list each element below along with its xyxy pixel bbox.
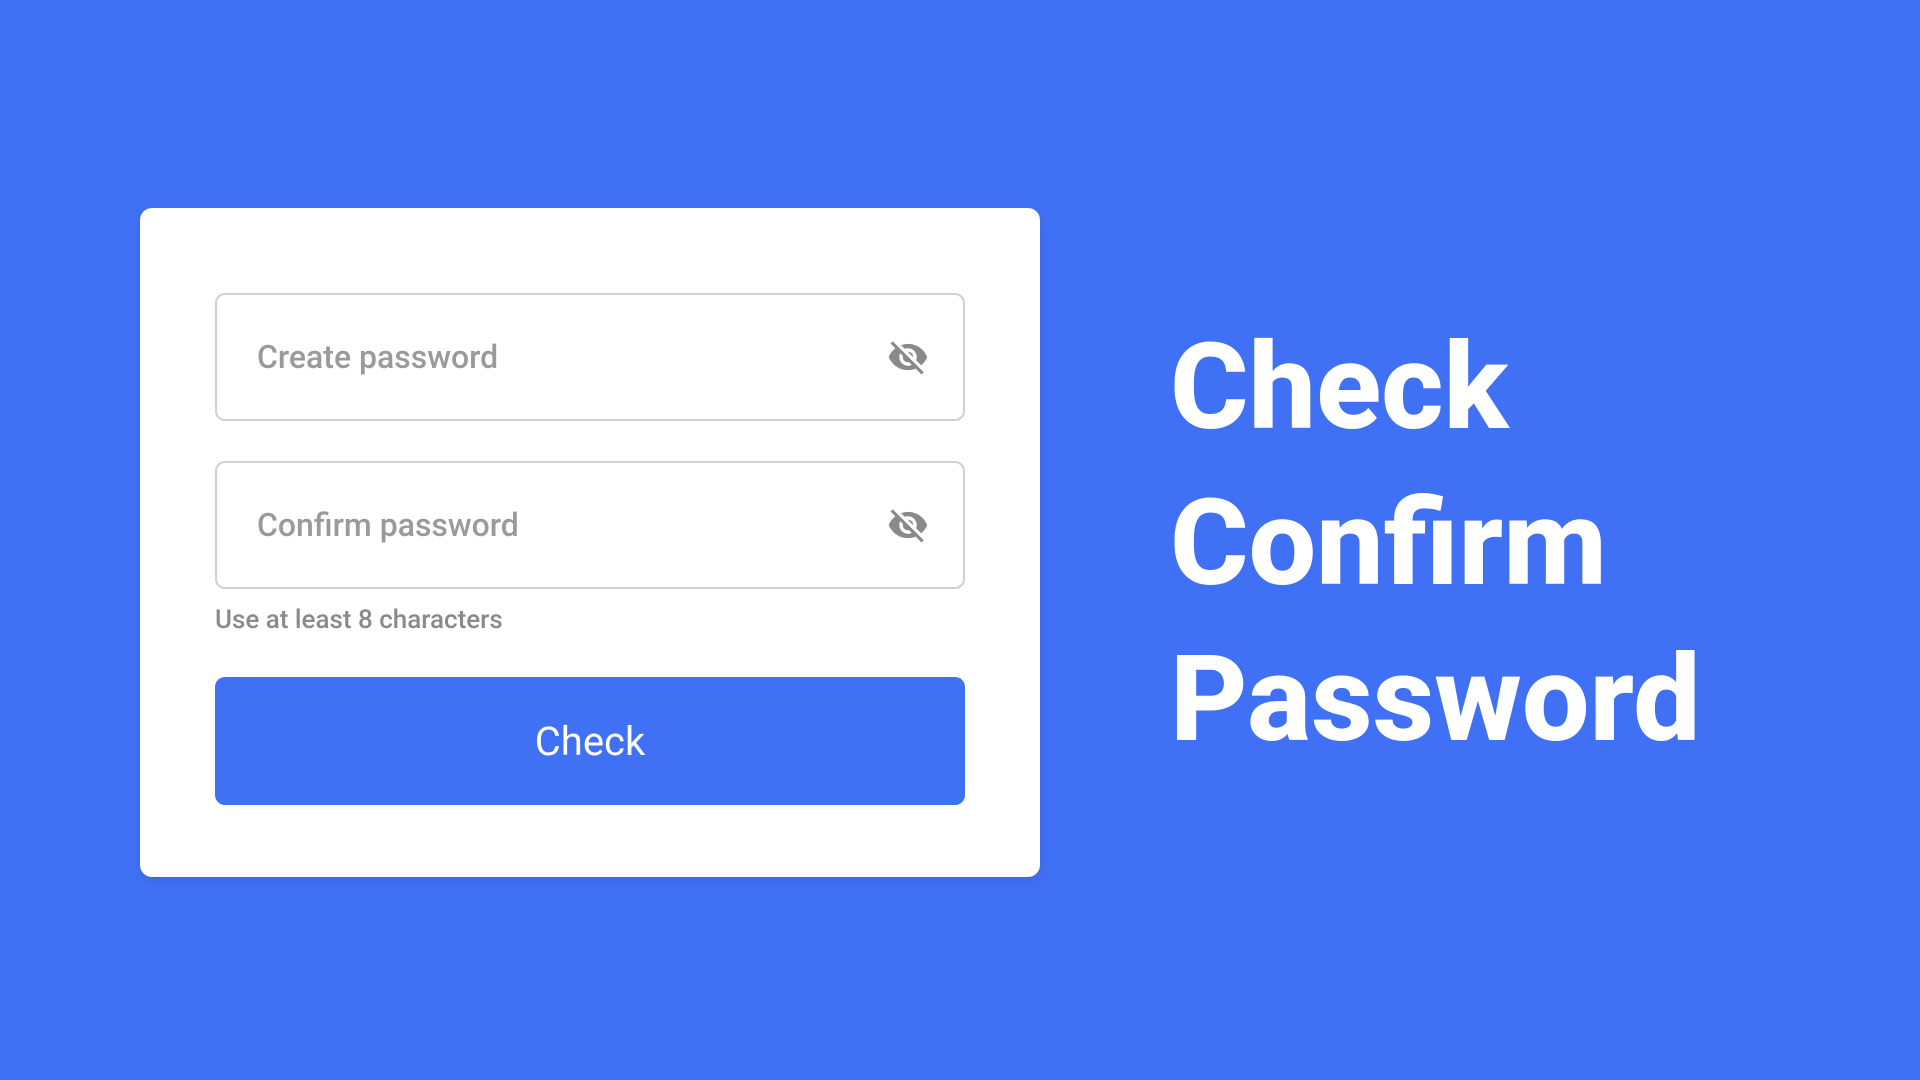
page-heading: Check Confirm Password — [1170, 310, 1701, 778]
heading-line-3: Password — [1170, 622, 1701, 778]
heading-line-1: Check — [1170, 310, 1701, 466]
password-form-card: Use at least 8 characters Check — [140, 208, 1040, 877]
create-password-wrapper — [215, 293, 965, 421]
eye-off-icon[interactable] — [887, 336, 929, 378]
password-hint-text: Use at least 8 characters — [215, 605, 965, 635]
confirm-password-wrapper — [215, 461, 965, 589]
eye-off-icon[interactable] — [887, 504, 929, 546]
confirm-password-input[interactable] — [215, 461, 965, 589]
heading-line-2: Confirm — [1170, 466, 1701, 622]
create-password-input[interactable] — [215, 293, 965, 421]
check-button[interactable]: Check — [215, 677, 965, 805]
